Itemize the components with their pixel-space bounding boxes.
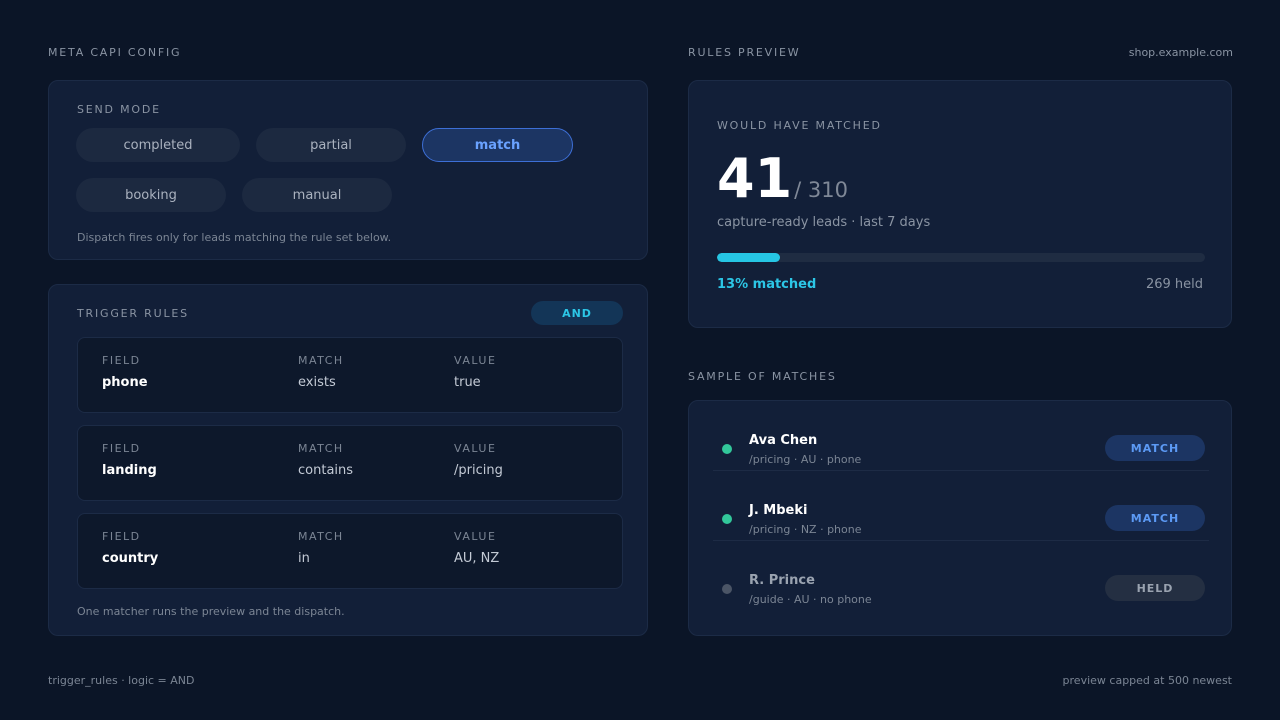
rule-value-col: VALUE true (454, 354, 496, 390)
lead-name: R. Prince (749, 573, 815, 588)
status-badge: MATCH (1105, 435, 1205, 461)
rule-field-col: FIELD country (102, 530, 158, 566)
match-status-dot (722, 514, 732, 524)
rule-field-col: FIELD phone (102, 354, 148, 390)
list-item[interactable]: Ava Chen /pricing · AU · phone MATCH (713, 401, 1209, 471)
held-count: 269 held (1145, 277, 1203, 292)
match-count: 41 / 310 (717, 149, 848, 209)
rule-field: country (102, 551, 159, 566)
logic-toggle-button[interactable]: AND (531, 301, 623, 325)
rule-match: in (298, 551, 310, 566)
rule-match-col: MATCH in (298, 530, 344, 566)
match-progress-bar (717, 253, 1205, 262)
lead-meta: /guide · AU · no phone (749, 593, 872, 606)
rule-match-col: MATCH exists (298, 354, 344, 390)
total-count: / 310 (794, 178, 848, 202)
list-item[interactable]: R. Prince /guide · AU · no phone HELD (713, 541, 1209, 611)
status-badge: HELD (1105, 575, 1205, 601)
send-mode-card: SEND MODE completed partial match bookin… (48, 80, 648, 260)
field-header: FIELD (102, 354, 141, 367)
rule-value: AU, NZ (454, 551, 500, 566)
match-header: MATCH (298, 530, 344, 543)
rule-field-col: FIELD landing (102, 442, 157, 478)
send-mode-option-booking[interactable]: booking (76, 178, 226, 212)
send-mode-option-completed[interactable]: completed (76, 128, 240, 162)
rule-field: phone (102, 375, 148, 390)
rule-value: /pricing (454, 463, 503, 478)
matched-count: 41 (717, 147, 793, 210)
value-header: VALUE (454, 442, 497, 455)
match-progress-fill (717, 253, 781, 262)
send-mode-hint: Dispatch fires only for leads matching t… (77, 231, 392, 244)
rule-value: true (454, 375, 481, 390)
rule-match: exists (298, 375, 336, 390)
rule-row-phone[interactable]: FIELD phone MATCH exists VALUE true (77, 337, 623, 413)
rule-value-col: VALUE AU, NZ (454, 530, 499, 566)
value-header: VALUE (454, 354, 497, 367)
rule-row-country[interactable]: FIELD country MATCH in VALUE AU, NZ (77, 513, 623, 589)
match-header: MATCH (298, 354, 344, 367)
config-title: META CAPI CONFIG (48, 46, 182, 59)
rule-match: contains (298, 463, 354, 478)
preview-domain: shop.example.com (1128, 46, 1233, 59)
send-mode-option-partial[interactable]: partial (256, 128, 406, 162)
list-item[interactable]: J. Mbeki /pricing · NZ · phone MATCH (713, 471, 1209, 541)
preview-card: WOULD HAVE MATCHED 41 / 310 capture-read… (688, 80, 1232, 328)
trigger-rules-card: TRIGGER RULES AND FIELD phone MATCH exis… (48, 284, 648, 636)
send-mode-option-match[interactable]: match (422, 128, 573, 162)
field-header: FIELD (102, 530, 141, 543)
send-mode-option-manual[interactable]: manual (242, 178, 392, 212)
preview-title: RULES PREVIEW (688, 46, 801, 59)
trigger-rules-note: One matcher runs the preview and the dis… (77, 605, 345, 618)
sample-card: Ava Chen /pricing · AU · phone MATCH J. … (688, 400, 1232, 636)
field-header: FIELD (102, 442, 141, 455)
match-header: MATCH (298, 442, 344, 455)
footer-right: preview capped at 500 newest (1062, 674, 1232, 687)
lead-meta: /pricing · NZ · phone (749, 523, 862, 536)
lead-meta: /pricing · AU · phone (749, 453, 862, 466)
sample-title: SAMPLE OF MATCHES (688, 370, 837, 383)
preview-subtitle: capture-ready leads · last 7 days (717, 215, 931, 230)
would-have-matched-label: WOULD HAVE MATCHED (717, 119, 882, 132)
rule-match-col: MATCH contains (298, 442, 353, 478)
rule-row-landing[interactable]: FIELD landing MATCH contains VALUE /pric… (77, 425, 623, 501)
status-badge: MATCH (1105, 505, 1205, 531)
match-status-dot (722, 444, 732, 454)
value-header: VALUE (454, 530, 497, 543)
lead-name: J. Mbeki (749, 503, 808, 518)
rule-field: landing (102, 463, 157, 478)
trigger-rules-label: TRIGGER RULES (77, 307, 189, 320)
lead-name: Ava Chen (749, 433, 818, 448)
footer-left: trigger_rules · logic = AND (48, 674, 195, 687)
rule-value-col: VALUE /pricing (454, 442, 503, 478)
match-percent: 13% matched (717, 277, 817, 292)
send-mode-label: SEND MODE (77, 103, 161, 116)
held-status-dot (722, 584, 732, 594)
